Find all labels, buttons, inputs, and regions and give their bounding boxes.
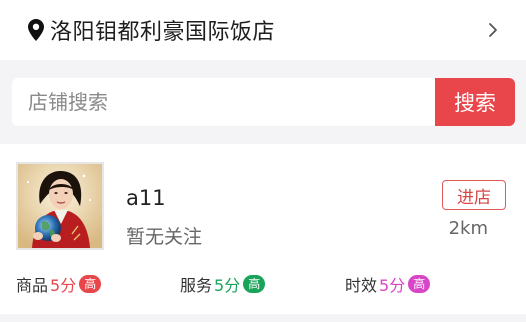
location-bar[interactable]: 洛阳钼都利豪国际饭店 (0, 0, 526, 60)
shop-search-input[interactable] (12, 78, 435, 126)
shop-distance: 2km (448, 218, 488, 239)
rating-level-badge: 高 (79, 275, 102, 293)
shop-card[interactable]: a11 暂无关注 进店 2km 商品 5分 高 服务 5分 高 时效 5分 高 (0, 144, 526, 314)
rating-timeliness: 时效 5分 高 (345, 272, 431, 296)
rating-label: 商品 (16, 276, 49, 295)
shop-name: a11 (126, 186, 166, 210)
rating-service: 服务 5分 高 (180, 272, 266, 296)
rating-score: 5分 (214, 276, 241, 295)
follow-status: 暂无关注 (126, 226, 203, 248)
search-button[interactable]: 搜索 (435, 78, 515, 126)
search-bar: 搜索 (12, 78, 515, 126)
rating-level-badge: 高 (243, 275, 266, 293)
page-divider (0, 314, 526, 322)
shop-avatar[interactable] (16, 162, 104, 250)
enter-shop-button[interactable]: 进店 (442, 180, 506, 210)
rating-level-badge: 高 (408, 275, 431, 293)
rating-score: 5分 (50, 276, 77, 295)
rating-label: 服务 (180, 276, 213, 295)
rating-label: 时效 (345, 276, 378, 295)
rating-products: 商品 5分 高 (16, 272, 102, 296)
location-pin-icon (28, 19, 44, 41)
chevron-right-icon[interactable] (488, 22, 498, 38)
store-name: 洛阳钼都利豪国际饭店 (50, 20, 276, 45)
rating-score: 5分 (379, 276, 406, 295)
